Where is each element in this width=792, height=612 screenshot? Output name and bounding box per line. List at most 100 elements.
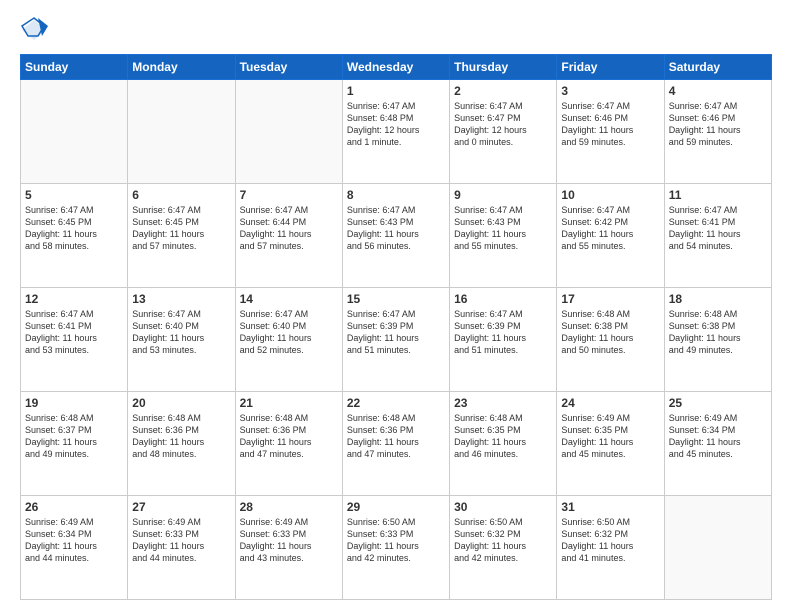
day-info: Sunrise: 6:48 AM Sunset: 6:36 PM Dayligh… [132,412,230,461]
day-number: 29 [347,500,445,514]
day-info: Sunrise: 6:47 AM Sunset: 6:40 PM Dayligh… [132,308,230,357]
day-cell [21,80,128,184]
day-info: Sunrise: 6:47 AM Sunset: 6:42 PM Dayligh… [561,204,659,253]
day-info: Sunrise: 6:47 AM Sunset: 6:39 PM Dayligh… [347,308,445,357]
day-number: 21 [240,396,338,410]
day-info: Sunrise: 6:48 AM Sunset: 6:38 PM Dayligh… [561,308,659,357]
day-cell: 6 Sunrise: 6:47 AM Sunset: 6:45 PM Daylig… [128,184,235,288]
day-cell: 23 Sunrise: 6:48 AM Sunset: 6:35 PM Dayli… [450,392,557,496]
day-cell: 19 Sunrise: 6:48 AM Sunset: 6:37 PM Dayli… [21,392,128,496]
day-cell: 10 Sunrise: 6:47 AM Sunset: 6:42 PM Dayli… [557,184,664,288]
day-info: Sunrise: 6:47 AM Sunset: 6:46 PM Dayligh… [561,100,659,149]
day-number: 25 [669,396,767,410]
calendar-table: SundayMondayTuesdayWednesdayThursdayFrid… [20,54,772,600]
day-info: Sunrise: 6:50 AM Sunset: 6:32 PM Dayligh… [454,516,552,565]
day-info: Sunrise: 6:49 AM Sunset: 6:34 PM Dayligh… [669,412,767,461]
day-number: 12 [25,292,123,306]
day-cell: 3 Sunrise: 6:47 AM Sunset: 6:46 PM Daylig… [557,80,664,184]
day-number: 18 [669,292,767,306]
day-number: 2 [454,84,552,98]
day-info: Sunrise: 6:47 AM Sunset: 6:43 PM Dayligh… [347,204,445,253]
day-cell: 31 Sunrise: 6:50 AM Sunset: 6:32 PM Dayli… [557,496,664,600]
day-info: Sunrise: 6:47 AM Sunset: 6:43 PM Dayligh… [454,204,552,253]
day-cell: 8 Sunrise: 6:47 AM Sunset: 6:43 PM Daylig… [342,184,449,288]
day-cell: 25 Sunrise: 6:49 AM Sunset: 6:34 PM Dayli… [664,392,771,496]
day-number: 7 [240,188,338,202]
calendar-body: 1Sunrise: 6:47 AM Sunset: 6:48 PM Daylig… [21,80,772,600]
day-cell: 7 Sunrise: 6:47 AM Sunset: 6:44 PM Daylig… [235,184,342,288]
day-cell: 24Sunrise: 6:49 AM Sunset: 6:35 PM Dayli… [557,392,664,496]
day-info: Sunrise: 6:48 AM Sunset: 6:38 PM Dayligh… [669,308,767,357]
day-cell [664,496,771,600]
day-info: Sunrise: 6:47 AM Sunset: 6:45 PM Dayligh… [132,204,230,253]
day-number: 24 [561,396,659,410]
day-header-friday: Friday [557,55,664,80]
day-number: 26 [25,500,123,514]
day-number: 22 [347,396,445,410]
week-row-4: 19 Sunrise: 6:48 AM Sunset: 6:37 PM Dayli… [21,392,772,496]
logo-icon [20,16,48,44]
day-cell: 27 Sunrise: 6:49 AM Sunset: 6:33 PM Dayli… [128,496,235,600]
page: SundayMondayTuesdayWednesdayThursdayFrid… [0,0,792,612]
day-info: Sunrise: 6:48 AM Sunset: 6:37 PM Dayligh… [25,412,123,461]
header-row: SundayMondayTuesdayWednesdayThursdayFrid… [21,55,772,80]
logo [20,16,52,44]
day-cell: 28 Sunrise: 6:49 AM Sunset: 6:33 PM Dayli… [235,496,342,600]
day-number: 10 [561,188,659,202]
day-cell: 15 Sunrise: 6:47 AM Sunset: 6:39 PM Dayli… [342,288,449,392]
day-cell: 30 Sunrise: 6:50 AM Sunset: 6:32 PM Dayli… [450,496,557,600]
day-info: Sunrise: 6:49 AM Sunset: 6:33 PM Dayligh… [132,516,230,565]
day-cell: 2 Sunrise: 6:47 AM Sunset: 6:47 PM Daylig… [450,80,557,184]
day-number: 4 [669,84,767,98]
week-row-5: 26 Sunrise: 6:49 AM Sunset: 6:34 PM Dayli… [21,496,772,600]
day-number: 16 [454,292,552,306]
day-cell: 22 Sunrise: 6:48 AM Sunset: 6:36 PM Dayli… [342,392,449,496]
day-number: 5 [25,188,123,202]
day-cell: 26 Sunrise: 6:49 AM Sunset: 6:34 PM Dayli… [21,496,128,600]
day-info: Sunrise: 6:47 AM Sunset: 6:47 PM Dayligh… [454,100,552,149]
day-info: Sunrise: 6:50 AM Sunset: 6:33 PM Dayligh… [347,516,445,565]
day-number: 3 [561,84,659,98]
day-number: 8 [347,188,445,202]
day-number: 17 [561,292,659,306]
day-info: Sunrise: 6:50 AM Sunset: 6:32 PM Dayligh… [561,516,659,565]
day-number: 30 [454,500,552,514]
day-cell: 4 Sunrise: 6:47 AM Sunset: 6:46 PM Daylig… [664,80,771,184]
day-info: Sunrise: 6:49 AM Sunset: 6:34 PM Dayligh… [25,516,123,565]
day-cell: 12Sunrise: 6:47 AM Sunset: 6:41 PM Dayli… [21,288,128,392]
day-header-sunday: Sunday [21,55,128,80]
day-info: Sunrise: 6:49 AM Sunset: 6:33 PM Dayligh… [240,516,338,565]
day-info: Sunrise: 6:47 AM Sunset: 6:39 PM Dayligh… [454,308,552,357]
day-number: 19 [25,396,123,410]
day-cell [235,80,342,184]
day-info: Sunrise: 6:48 AM Sunset: 6:36 PM Dayligh… [347,412,445,461]
day-number: 27 [132,500,230,514]
day-number: 15 [347,292,445,306]
day-header-tuesday: Tuesday [235,55,342,80]
header [20,16,772,44]
day-header-thursday: Thursday [450,55,557,80]
day-number: 23 [454,396,552,410]
week-row-3: 12Sunrise: 6:47 AM Sunset: 6:41 PM Dayli… [21,288,772,392]
calendar-header: SundayMondayTuesdayWednesdayThursdayFrid… [21,55,772,80]
day-info: Sunrise: 6:47 AM Sunset: 6:44 PM Dayligh… [240,204,338,253]
day-info: Sunrise: 6:47 AM Sunset: 6:40 PM Dayligh… [240,308,338,357]
day-header-wednesday: Wednesday [342,55,449,80]
day-cell: 11Sunrise: 6:47 AM Sunset: 6:41 PM Dayli… [664,184,771,288]
day-cell: 5Sunrise: 6:47 AM Sunset: 6:45 PM Daylig… [21,184,128,288]
day-cell: 17 Sunrise: 6:48 AM Sunset: 6:38 PM Dayli… [557,288,664,392]
day-number: 31 [561,500,659,514]
day-info: Sunrise: 6:47 AM Sunset: 6:46 PM Dayligh… [669,100,767,149]
day-number: 28 [240,500,338,514]
day-number: 20 [132,396,230,410]
day-number: 14 [240,292,338,306]
day-cell: 18 Sunrise: 6:48 AM Sunset: 6:38 PM Dayli… [664,288,771,392]
day-number: 6 [132,188,230,202]
day-number: 13 [132,292,230,306]
day-info: Sunrise: 6:47 AM Sunset: 6:48 PM Dayligh… [347,100,445,149]
day-info: Sunrise: 6:48 AM Sunset: 6:35 PM Dayligh… [454,412,552,461]
day-cell: 9Sunrise: 6:47 AM Sunset: 6:43 PM Daylig… [450,184,557,288]
day-cell: 16 Sunrise: 6:47 AM Sunset: 6:39 PM Dayli… [450,288,557,392]
day-cell: 14 Sunrise: 6:47 AM Sunset: 6:40 PM Dayli… [235,288,342,392]
day-header-saturday: Saturday [664,55,771,80]
